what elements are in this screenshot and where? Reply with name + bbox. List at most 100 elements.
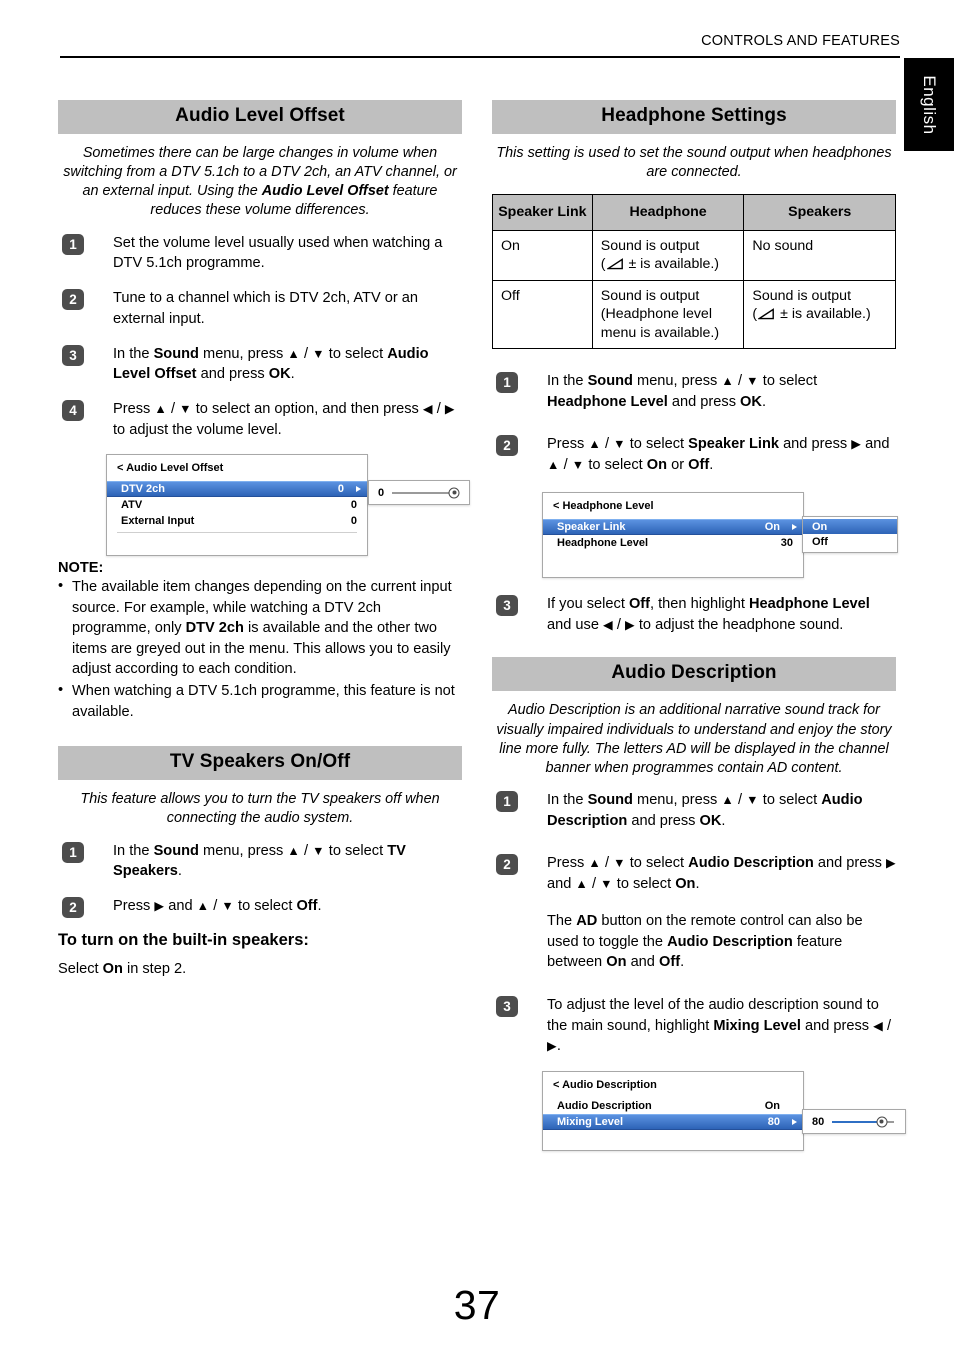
step-number-badge: 1: [62, 841, 84, 863]
section-header-audio-level-offset: Audio Level Offset: [58, 100, 462, 134]
step-item: 4 Press ▲ / ▼ to select an option, and t…: [58, 399, 462, 440]
osd-row-selected[interactable]: DTV 2ch 0: [107, 481, 367, 498]
header-rule: [60, 56, 900, 58]
osd-row-label: Mixing Level: [557, 1116, 624, 1129]
table-row: On Sound is output ( ± is available.) No…: [492, 229, 896, 281]
step-text: If you select Off, then highlight Headph…: [547, 595, 870, 633]
table-header-row: Speaker Link Headphone Speakers: [492, 194, 896, 231]
step-item: 2 Press ▲ / ▼ to select Audio Descriptio…: [492, 853, 896, 973]
chevron-right-icon: [792, 523, 797, 530]
osd-screenshot-audio-description: < Audio Description Audio Description On…: [492, 1071, 906, 1159]
osd-row-label: Audio Description: [557, 1100, 652, 1113]
osd-title: < Headphone Level: [553, 499, 654, 512]
osd-title: < Audio Description: [553, 1079, 657, 1092]
step-text: In the Sound menu, press ▲ / ▼ to select…: [113, 345, 429, 383]
cell-line-1: Sound is output: [600, 237, 700, 254]
step-text: To adjust the level of the audio descrip…: [547, 997, 892, 1055]
mixing-level-slider[interactable]: [832, 1116, 895, 1128]
table-header-cell: Speaker Link: [492, 194, 593, 231]
step-text: Tune to a channel which is DTV 2ch, ATV …: [113, 290, 418, 327]
cell-line-2: ± is available.): [628, 256, 720, 273]
table-cell-speakers: No sound: [743, 229, 896, 281]
table-cell-headphone: Sound is output ( ± is available.): [591, 229, 745, 281]
step-number-badge: 4: [62, 399, 84, 421]
section-header-tv-speakers: TV Speakers On/Off: [58, 746, 462, 781]
step-number-badge: 3: [496, 996, 518, 1017]
note-title: NOTE:: [58, 560, 104, 577]
table-cell-headphone: Sound is output (Headphone level menu is…: [591, 279, 745, 350]
step-item: 3 To adjust the level of the audio descr…: [492, 995, 896, 1057]
osd-row-label: External Input: [121, 515, 195, 528]
note-item: When watching a DTV 5.1ch programme, thi…: [58, 680, 462, 722]
step-item: 1 In the Sound menu, press ▲ / ▼ to sele…: [58, 841, 462, 882]
step-text: Press ▲ / ▼ to select Audio Description …: [547, 855, 896, 893]
section-intro-audio-level-offset: Sometimes there can be large changes in …: [63, 145, 457, 219]
section-intro-audio-description: Audio Description is an additional narra…: [496, 702, 892, 776]
closing-text: Select On in step 2.: [58, 960, 187, 977]
step-number-badge: 1: [496, 790, 518, 812]
step-text: In the Sound menu, press ▲ / ▼ to select…: [113, 842, 406, 880]
step-number-badge: 1: [496, 372, 518, 394]
option-item-off[interactable]: Off: [803, 534, 897, 549]
step-text: Press ▲ / ▼ to select an option, and the…: [113, 400, 455, 438]
language-tab-label: English: [920, 74, 939, 135]
osd-row[interactable]: ATV 0: [107, 497, 367, 513]
osd-row[interactable]: External Input 0: [107, 513, 367, 529]
step-item: 2 Press ▶ and ▲ / ▼ to select Off.: [58, 896, 462, 919]
table-header-cell: Speakers: [743, 194, 896, 231]
step-item: 2 Tune to a channel which is DTV 2ch, AT…: [58, 288, 462, 329]
volume-icon: [758, 308, 775, 320]
chevron-right-icon: [356, 486, 361, 493]
slider-track: [392, 491, 455, 494]
osd-screenshot-audio-level-offset: < Audio Level Offset DTV 2ch 0 ATV 0 Ext…: [58, 454, 470, 557]
step-text: In the Sound menu, press ▲ / ▼ to select…: [547, 373, 818, 410]
slider-knob[interactable]: [448, 487, 460, 499]
step-number-badge: 1: [62, 233, 84, 255]
chevron-right-icon: [792, 1119, 797, 1126]
step-number-badge: 2: [62, 289, 84, 311]
osd-row-value: 0: [350, 515, 357, 528]
osd-row-value: 30: [780, 536, 793, 549]
step-text: In the Sound menu, press ▲ / ▼ to select…: [547, 791, 863, 829]
step-text: Press ▲ / ▼ to select Speaker Link and p…: [547, 436, 890, 474]
step-text-secondary: The AD button on the remote control can …: [547, 912, 863, 971]
step-item: 1 In the Sound menu, press ▲ / ▼ to sele…: [492, 790, 896, 831]
option-item-on[interactable]: On: [803, 518, 897, 534]
cell-line-1: Sound is output: [600, 287, 700, 304]
volume-slider[interactable]: [392, 487, 460, 499]
table-header-cell: Headphone: [591, 194, 745, 231]
cell-line-1: No sound: [752, 237, 814, 254]
osd-popup-value: 80: [812, 1115, 825, 1128]
slider-fill: [832, 1120, 882, 1123]
section-header-audio-description: Audio Description: [492, 657, 896, 692]
osd-row-label: Headphone Level: [557, 536, 649, 549]
osd-row[interactable]: Headphone Level 30: [543, 535, 803, 551]
step-number-badge: 2: [62, 897, 84, 919]
table-row: Off Sound is output (Headphone level men…: [492, 279, 896, 350]
osd-screenshot-headphone-level: < Headphone Level Speaker Link On Headph…: [492, 491, 898, 580]
step-number-badge: 2: [496, 435, 518, 457]
step-text: Press ▶ and ▲ / ▼ to select Off.: [113, 898, 322, 915]
osd-value-popup: 0: [368, 480, 470, 506]
slider-knob[interactable]: [876, 1116, 888, 1128]
step-number-badge: 3: [496, 594, 518, 616]
section-intro-headphone-settings: This setting is used to set the sound ou…: [496, 145, 892, 181]
step-item: 3 In the Sound menu, press ▲ / ▼ to sele…: [58, 344, 462, 385]
osd-row-value: On: [764, 520, 780, 533]
left-column: Audio Level Offset Sometimes there can b…: [58, 100, 470, 979]
osd-option-popup[interactable]: On Off: [802, 515, 898, 553]
page-number: 37: [453, 1282, 501, 1328]
note-list: The available item changes depending on …: [58, 576, 462, 722]
osd-row[interactable]: Audio Description On: [543, 1098, 803, 1114]
headphone-settings-table: Speaker Link Headphone Speakers On Sound…: [492, 194, 896, 350]
language-tab: English: [904, 58, 954, 151]
section-header-headphone-settings: Headphone Settings: [492, 100, 896, 134]
osd-row-label: ATV: [121, 499, 143, 512]
section-intro-tv-speakers: This feature allows you to turn the TV s…: [80, 791, 440, 827]
osd-row-value: On: [764, 1100, 780, 1113]
osd-row-selected[interactable]: Mixing Level 80: [543, 1114, 803, 1131]
cell-line-2: ± is available.): [780, 306, 871, 323]
osd-popup-value: 0: [378, 486, 385, 499]
step-number-badge: 2: [496, 854, 518, 876]
osd-row-selected[interactable]: Speaker Link On: [543, 518, 803, 535]
